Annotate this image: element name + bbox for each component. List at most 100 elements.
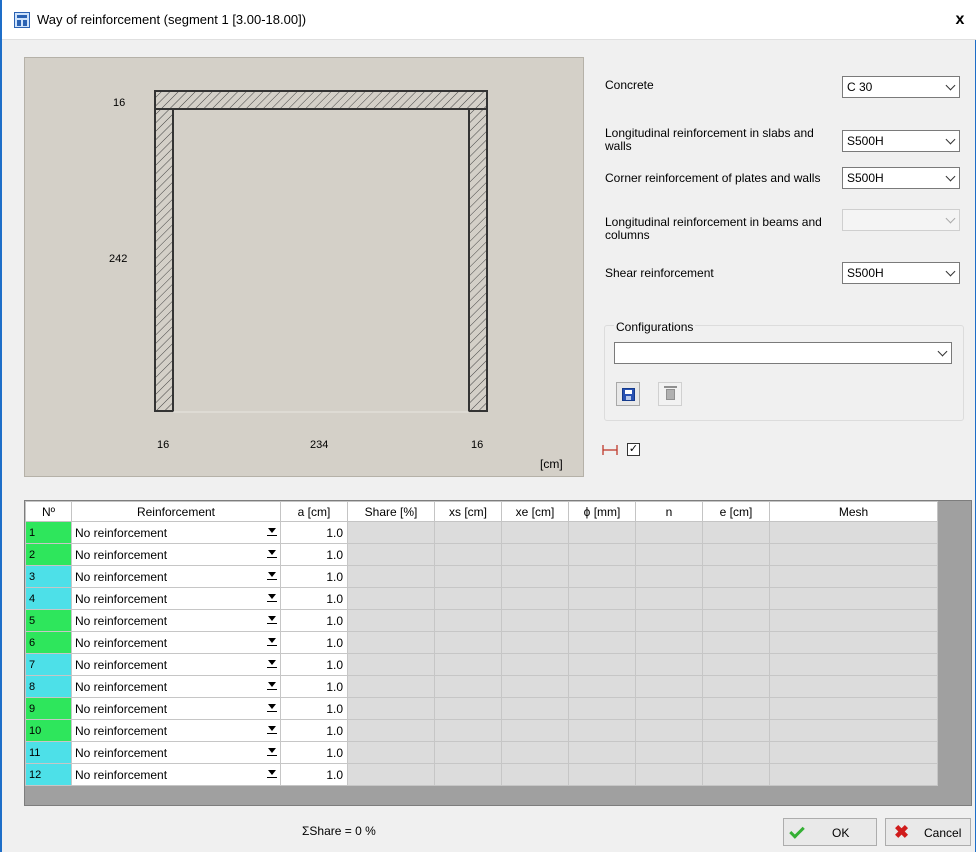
col-header-n[interactable]: n (635, 501, 703, 522)
a-cell[interactable]: 1.0 (280, 543, 348, 566)
save-configuration-button[interactable] (616, 382, 640, 406)
xs-cell (434, 609, 502, 632)
a-cell[interactable]: 1.0 (280, 741, 348, 764)
share-cell (347, 631, 435, 654)
n-cell (635, 653, 703, 676)
row-number-cell[interactable]: 5 (25, 609, 72, 632)
dim-height: 242 (109, 253, 128, 265)
dim-right-thickness: 16 (471, 439, 484, 451)
row-number-cell[interactable]: 12 (25, 763, 72, 786)
long-beams-select[interactable] (842, 209, 960, 231)
a-cell[interactable]: 1.0 (280, 719, 348, 742)
table-row: 6 No reinforcement 1.0 (25, 631, 938, 654)
n-cell (635, 609, 703, 632)
diameter-cell (568, 587, 636, 610)
diameter-cell (568, 741, 636, 764)
dropdown-arrow-icon[interactable] (267, 550, 277, 560)
a-cell[interactable]: 1.0 (280, 697, 348, 720)
xe-cell (501, 565, 569, 588)
ok-button[interactable]: OK (783, 818, 877, 846)
row-number-cell[interactable]: 6 (25, 631, 72, 654)
a-cell[interactable]: 1.0 (280, 631, 348, 654)
shear-select[interactable]: S500H (842, 262, 960, 284)
col-header-reinforcement[interactable]: Reinforcement (71, 501, 281, 522)
corner-select[interactable]: S500H (842, 167, 960, 189)
cancel-button[interactable]: ✖ Cancel (885, 818, 971, 846)
xs-cell (434, 697, 502, 720)
a-cell[interactable]: 1.0 (280, 565, 348, 588)
reinforcement-value: No reinforcement (75, 701, 168, 716)
col-header-xe[interactable]: xe [cm] (501, 501, 569, 522)
dropdown-arrow-icon[interactable] (267, 528, 277, 538)
delete-configuration-button[interactable] (658, 382, 682, 406)
a-cell[interactable]: 1.0 (280, 763, 348, 786)
row-number-cell[interactable]: 9 (25, 697, 72, 720)
row-number-cell[interactable]: 4 (25, 587, 72, 610)
dropdown-arrow-icon[interactable] (267, 682, 277, 692)
table-row: 1 No reinforcement 1.0 (25, 521, 938, 544)
row-number-cell[interactable]: 8 (25, 675, 72, 698)
reinforcement-dropdown[interactable]: No reinforcement (71, 521, 281, 544)
reinforcement-value: No reinforcement (75, 679, 168, 694)
xs-cell (434, 719, 502, 742)
reinforcement-dropdown[interactable]: No reinforcement (71, 565, 281, 588)
close-button[interactable]: x (942, 0, 976, 40)
dropdown-arrow-icon[interactable] (267, 638, 277, 648)
long-slabs-select[interactable]: S500H (842, 130, 960, 152)
xs-cell (434, 543, 502, 566)
a-cell[interactable]: 1.0 (280, 675, 348, 698)
share-cell (347, 675, 435, 698)
chevron-down-icon (947, 268, 955, 276)
reinforcement-dropdown[interactable]: No reinforcement (71, 719, 281, 742)
reinforcement-dropdown[interactable]: No reinforcement (71, 763, 281, 786)
mesh-cell (769, 741, 938, 764)
col-header-e[interactable]: e [cm] (702, 501, 770, 522)
e-cell (702, 741, 770, 764)
reinforcement-dropdown[interactable]: No reinforcement (71, 697, 281, 720)
a-cell[interactable]: 1.0 (280, 521, 348, 544)
reinforcement-dropdown[interactable]: No reinforcement (71, 609, 281, 632)
col-header-mesh[interactable]: Mesh (769, 501, 938, 522)
reinforcement-dropdown[interactable]: No reinforcement (71, 675, 281, 698)
share-total: ΣShare = 0 % (302, 824, 376, 838)
col-header-number[interactable]: Nº (25, 501, 72, 522)
configurations-select[interactable] (614, 342, 952, 364)
reinforcement-dropdown[interactable]: No reinforcement (71, 543, 281, 566)
row-number-cell[interactable]: 10 (25, 719, 72, 742)
xe-cell (501, 609, 569, 632)
share-cell (347, 587, 435, 610)
col-header-share[interactable]: Share [%] (347, 501, 435, 522)
reinforcement-dropdown[interactable]: No reinforcement (71, 741, 281, 764)
dropdown-arrow-icon[interactable] (267, 616, 277, 626)
concrete-select[interactable]: C 30 (842, 76, 960, 98)
col-header-diameter[interactable]: ϕ [mm] (568, 501, 636, 522)
row-number-cell[interactable]: 11 (25, 741, 72, 764)
reinforcement-dropdown[interactable]: No reinforcement (71, 631, 281, 654)
diameter-cell (568, 565, 636, 588)
dropdown-arrow-icon[interactable] (267, 660, 277, 670)
row-number-cell[interactable]: 2 (25, 543, 72, 566)
dropdown-arrow-icon[interactable] (267, 748, 277, 758)
row-number-cell[interactable]: 7 (25, 653, 72, 676)
reinforcement-dropdown[interactable]: No reinforcement (71, 587, 281, 610)
xe-cell (501, 587, 569, 610)
col-header-xs[interactable]: xs [cm] (434, 501, 502, 522)
a-cell[interactable]: 1.0 (280, 587, 348, 610)
dropdown-arrow-icon[interactable] (267, 704, 277, 714)
a-cell[interactable]: 1.0 (280, 609, 348, 632)
dropdown-arrow-icon[interactable] (267, 594, 277, 604)
configurations-group (604, 325, 964, 421)
reinforcement-dropdown[interactable]: No reinforcement (71, 653, 281, 676)
a-cell[interactable]: 1.0 (280, 653, 348, 676)
dropdown-arrow-icon[interactable] (267, 572, 277, 582)
show-dimensions-checkbox[interactable]: ✓ (627, 443, 640, 456)
section-drawing (154, 90, 488, 413)
dropdown-arrow-icon[interactable] (267, 726, 277, 736)
col-header-a[interactable]: a [cm] (280, 501, 348, 522)
dropdown-arrow-icon[interactable] (267, 770, 277, 780)
table-row: 10 No reinforcement 1.0 (25, 719, 938, 742)
row-number-cell[interactable]: 1 (25, 521, 72, 544)
top-slab (154, 90, 488, 110)
e-cell (702, 631, 770, 654)
row-number-cell[interactable]: 3 (25, 565, 72, 588)
